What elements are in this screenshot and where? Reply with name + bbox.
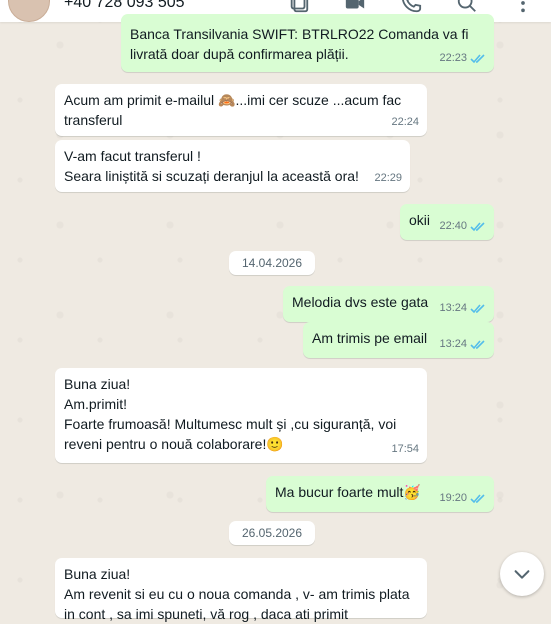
search-icon[interactable]	[456, 0, 478, 14]
read-receipt-icon	[470, 53, 485, 63]
message-bubble-incoming[interactable]: Buna ziua! Am revenit si eu cu o noua co…	[55, 558, 427, 622]
message-bubble-incoming[interactable]: V-am facut transferul ! Seara liniștită …	[55, 140, 410, 192]
contact-phone[interactable]: +40 728 093 505	[64, 0, 185, 12]
message-text-line: V-am facut transferul !	[64, 148, 201, 164]
message-text-line: Am revenit si eu cu o noua comanda , v- …	[64, 586, 410, 602]
message-timestamp: 19:20	[439, 488, 486, 508]
phone-icon[interactable]	[400, 0, 422, 14]
message-timestamp: 22:24	[391, 116, 419, 128]
message-bubble-incoming[interactable]: Acum am primit e-mailul 🙈...imi cer scuz…	[55, 84, 427, 136]
message-bubble-outgoing[interactable]: Banca Transilvania SWIFT: BTRLRO22 Coman…	[121, 14, 494, 72]
message-timestamp: 22:29	[374, 172, 402, 184]
message-timestamp: 22:40	[439, 216, 486, 236]
read-receipt-icon	[470, 339, 485, 349]
date-separator: 14.04.2026	[229, 251, 315, 275]
message-text-line: Banca Transilvania SWIFT: BTRLRO22 Coman…	[130, 26, 469, 42]
message-bubble-outgoing[interactable]: Ma bucur foarte mult🥳 19:20	[266, 476, 494, 512]
read-receipt-icon	[470, 221, 485, 231]
message-bubble-outgoing[interactable]: Melodia dvs este gata 13:24	[283, 286, 494, 322]
message-text-line: Acum am primit e-mailul 🙈...imi cer scuz…	[64, 92, 402, 108]
message-text-line: livrată doar după confirmarea plății.	[130, 46, 349, 62]
date-separator: 26.05.2026	[229, 521, 315, 545]
message-bubble-outgoing[interactable]: Am trimis pe email 13:24	[303, 322, 494, 358]
message-text-line: reveni pentru o nouă colaborare!🙂	[64, 436, 284, 452]
message-timestamp: 22:23	[439, 48, 486, 68]
message-text-line: Seara liniștită si scuzați deranjul la a…	[64, 168, 359, 184]
video-call-icon[interactable]	[344, 0, 366, 14]
read-receipt-icon	[470, 493, 485, 503]
avatar[interactable]	[8, 0, 50, 22]
scroll-to-bottom-button[interactable]	[500, 552, 544, 596]
more-options-icon[interactable]	[512, 0, 534, 14]
message-bubble-incoming[interactable]: Buna ziua! Am.primit! Foarte frumoasă! M…	[55, 368, 427, 463]
message-bubble-outgoing[interactable]: okii 22:40	[400, 204, 494, 240]
message-text-line: Foarte frumoasă! Multumesc mult și ,cu s…	[64, 416, 397, 432]
message-text-line: transferul	[64, 112, 123, 128]
gallery-icon[interactable]	[288, 0, 310, 14]
message-text-line: Buna ziua!	[64, 376, 131, 392]
read-receipt-icon	[470, 303, 485, 313]
message-text-line: Am.primit!	[64, 396, 127, 412]
message-text-line: Buna ziua!	[64, 566, 131, 582]
message-text-line: in cont , sa imi spuneti, vă rog , daca …	[64, 606, 349, 622]
message-timestamp: 17:54	[391, 443, 419, 455]
message-timestamp: 13:24	[439, 334, 486, 354]
message-timestamp: 13:24	[439, 298, 486, 318]
chevron-down-icon	[514, 570, 530, 579]
date-separator-label: 26.05.2026	[241, 526, 303, 540]
date-separator-label: 14.04.2026	[241, 256, 303, 270]
